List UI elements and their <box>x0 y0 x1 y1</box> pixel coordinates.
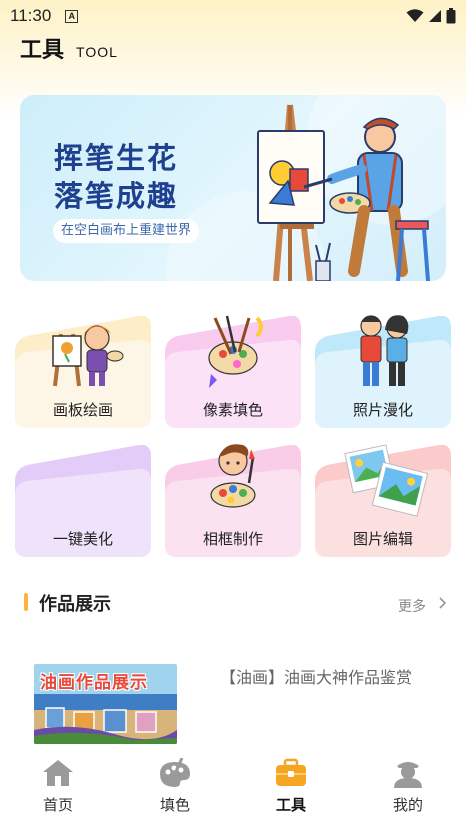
tool-pixel-fill[interactable]: 像素填色 <box>165 315 301 428</box>
boy-painter-icon <box>210 444 256 508</box>
tool-label: 像素填色 <box>202 401 263 419</box>
tab-label: 填色 <box>159 796 190 814</box>
toolbox-icon <box>276 758 306 786</box>
hero-banner[interactable]: 挥笔生花 落笔成趣 在空白画布上重建世界 <box>20 95 446 281</box>
tool-label: 一键美化 <box>52 530 113 548</box>
profile-icon <box>394 762 422 788</box>
tab-fill-color[interactable]: 填色 <box>125 758 225 818</box>
painter-illustration <box>257 104 430 281</box>
chevron-right-icon[interactable] <box>438 596 448 610</box>
tool-label: 相框制作 <box>202 530 263 548</box>
works-section-header: 作品展示 更多 <box>24 590 448 616</box>
banner-headline-1: 挥笔生花 <box>54 141 179 175</box>
cartoon-couple-icon <box>360 315 409 386</box>
bottom-tab-bar: 首页 填色 工具 我的 <box>0 746 466 830</box>
tool-label: 图片编辑 <box>352 530 413 548</box>
tool-image-edit[interactable]: 图片编辑 <box>315 444 451 557</box>
wifi-icon <box>406 9 424 22</box>
paint-palette-icon <box>208 315 263 388</box>
status-bar: 11:30 A <box>0 0 466 32</box>
signal-icon <box>429 10 441 22</box>
tool-frame-maker[interactable]: 相框制作 <box>165 444 301 557</box>
page-title: 工具 <box>20 38 65 63</box>
palette-icon <box>160 758 190 787</box>
battery-icon <box>446 8 456 24</box>
tab-label: 我的 <box>392 796 423 814</box>
tab-label: 首页 <box>42 796 73 814</box>
tool-drawing-board[interactable]: 画板绘画 <box>15 316 151 428</box>
page-subtitle: TOOL <box>76 44 118 60</box>
photo-frames-icon <box>344 444 429 517</box>
home-icon <box>43 760 73 786</box>
tab-home[interactable]: 首页 <box>8 758 108 818</box>
tab-tools[interactable]: 工具 <box>241 758 341 818</box>
more-link[interactable]: 更多 <box>398 596 426 616</box>
works-thumbnail[interactable]: 油画作品展示 <box>34 664 177 744</box>
tool-label: 照片漫化 <box>352 401 413 419</box>
status-icons <box>406 8 456 24</box>
works-section-title: 作品展示 <box>39 594 111 615</box>
works-item-description[interactable]: 【油画】油画大神作品鉴赏 <box>220 664 430 692</box>
girl-easel-icon <box>52 325 124 387</box>
page-header: 工具 TOOL <box>20 32 118 63</box>
works-list-item[interactable]: 油画作品展示 【油画】油画大神作品鉴赏 <box>34 664 434 746</box>
section-accent-bar <box>24 593 28 611</box>
tab-label: 工具 <box>275 796 306 814</box>
banner-headline-2: 落笔成趣 <box>54 179 179 213</box>
notification-badge: A <box>65 9 79 23</box>
thumbnail-title: 油画作品展示 <box>40 673 148 693</box>
tab-profile[interactable]: 我的 <box>358 758 458 818</box>
tool-one-click-beautify[interactable]: 一键美化 <box>15 445 151 557</box>
tool-photo-cartoon[interactable]: 照片漫化 <box>315 315 451 428</box>
banner-tagline: 在空白画布上重建世界 <box>53 219 200 243</box>
tool-label: 画板绘画 <box>52 401 113 419</box>
status-time: 11:30 <box>10 6 52 25</box>
